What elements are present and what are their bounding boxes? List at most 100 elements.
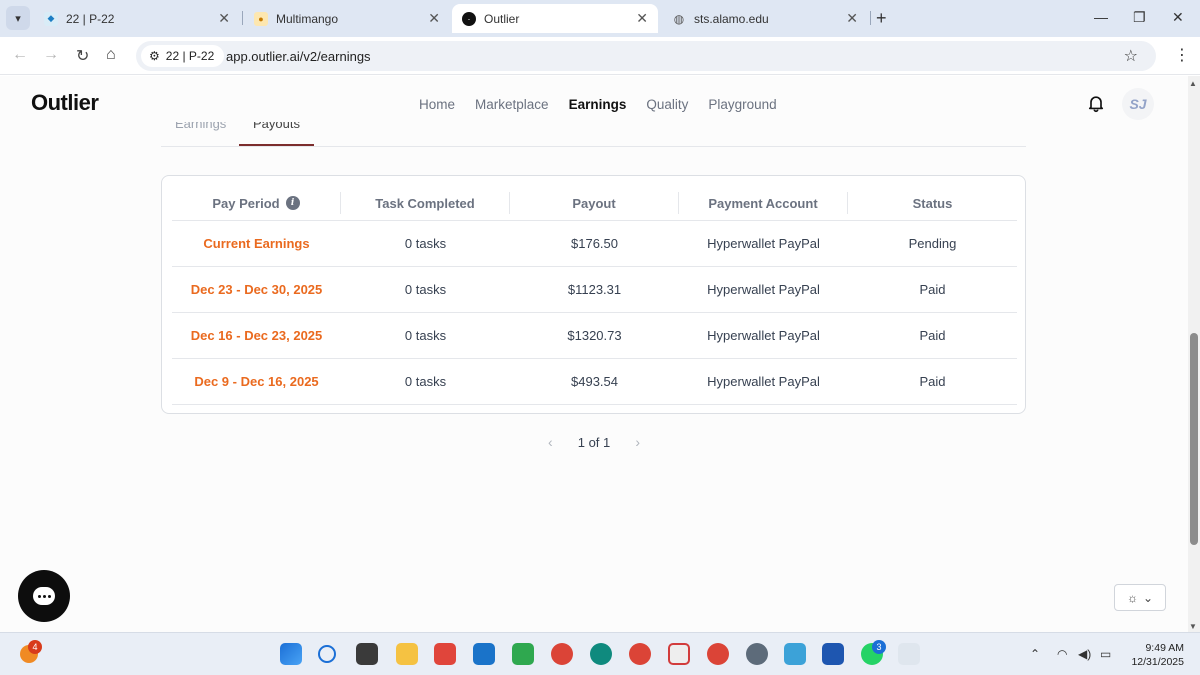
theme-toggle-button[interactable]: ☼ ⌄ <box>1114 584 1166 611</box>
status-cell: Paid <box>919 282 946 297</box>
close-icon[interactable]: ✕ <box>428 10 440 27</box>
scroll-down-icon[interactable]: ▼ <box>1189 622 1197 631</box>
info-icon[interactable]: i <box>285 196 300 210</box>
task-view-icon[interactable] <box>356 643 378 665</box>
chrome-profile-icon[interactable] <box>512 643 534 665</box>
nav-marketplace[interactable]: Marketplace <box>475 97 549 112</box>
chrome-icon[interactable] <box>629 643 651 665</box>
search-icon[interactable] <box>318 645 336 663</box>
browser-tab[interactable]: ◆ 22 | P-22 ✕ <box>34 4 240 33</box>
windows-start-icon[interactable] <box>280 643 302 665</box>
chevron-down-icon: ⌄ <box>1142 590 1154 605</box>
pay-period-link[interactable]: Current Earnings <box>172 236 341 251</box>
pagination: ‹ 1 of 1 › <box>548 434 640 450</box>
payout-cell: $176.50 <box>571 236 618 251</box>
active-tab-indicator <box>239 144 314 146</box>
window-close-button[interactable]: ✕ <box>1172 9 1184 26</box>
column-header: Pay Period i <box>172 192 341 214</box>
nav-earnings[interactable]: Earnings <box>569 97 627 112</box>
notification-bell-icon[interactable] <box>1086 93 1106 113</box>
chrome-icon[interactable] <box>551 643 573 665</box>
avatar[interactable]: SJ <box>1122 88 1154 120</box>
browser-toolbar: ← → ↻ ⌂ ⚙ 22 | P-22 app.outlier.ai/v2/ea… <box>0 37 1200 75</box>
tab-title: sts.alamo.edu <box>694 11 769 26</box>
page-indicator: 1 of 1 <box>577 434 611 450</box>
home-button[interactable]: ⌂ <box>106 46 116 64</box>
back-button[interactable]: ← <box>12 46 28 64</box>
outlook-icon[interactable] <box>473 643 495 665</box>
earnings-subtabs: Earnings Payouts <box>161 122 1026 147</box>
mango-app-icon[interactable] <box>784 643 806 665</box>
browser-tab-strip: ▾ ◆ 22 | P-22 ✕ ● Multimango ✕ · Outlier… <box>0 0 1200 37</box>
browser-tab[interactable]: ◍ sts.alamo.edu ✕ <box>662 4 868 33</box>
restore-button[interactable]: ❐ <box>1133 9 1146 26</box>
tab-title: Outlier <box>484 11 520 26</box>
table-header: Pay Period i Task Completed Payout Payme… <box>172 192 1017 221</box>
close-icon[interactable]: ✕ <box>846 10 858 27</box>
edge-icon[interactable] <box>590 643 612 665</box>
chevron-up-icon[interactable]: ⌃ <box>1030 647 1040 661</box>
close-icon[interactable]: ✕ <box>636 10 648 27</box>
browser-tab[interactable]: ● Multimango ✕ <box>244 4 450 33</box>
url-text[interactable]: app.outlier.ai/v2/earnings <box>226 49 371 64</box>
microsoft-store-icon[interactable] <box>434 643 456 665</box>
new-tab-button[interactable]: + <box>876 8 887 29</box>
settings-gear-icon[interactable] <box>746 643 768 665</box>
table-row: Dec 9 - Dec 16, 2025 0 tasks $493.54 Hyp… <box>172 359 1017 405</box>
tab-title: Multimango <box>276 11 339 26</box>
system-clock[interactable]: 9:49 AM 12/31/2025 <box>1118 641 1184 669</box>
site-settings-icon: ⚙ <box>149 49 160 63</box>
nav-quality[interactable]: Quality <box>646 97 688 112</box>
clock-date: 12/31/2025 <box>1131 656 1184 668</box>
outlier-favicon-icon: · <box>462 11 476 26</box>
tab-title: 22 | P-22 <box>66 11 115 26</box>
payout-cell: $493.54 <box>571 374 618 389</box>
nav-playground[interactable]: Playground <box>708 97 776 112</box>
address-bar[interactable]: ⚙ 22 | P-22 app.outlier.ai/v2/earnings ☆ <box>136 41 1156 71</box>
main-nav: Home Marketplace Earnings Quality Playgr… <box>419 97 777 112</box>
tab-search-button[interactable]: ▾ <box>6 6 30 30</box>
chat-icon <box>33 587 55 605</box>
close-icon[interactable]: ✕ <box>218 10 230 27</box>
pay-period-link[interactable]: Dec 16 - Dec 23, 2025 <box>172 328 341 343</box>
payouts-table-card: Pay Period i Task Completed Payout Payme… <box>161 175 1026 414</box>
column-header: Task Completed <box>341 192 510 214</box>
active-app-icon[interactable] <box>898 643 920 665</box>
chat-support-button[interactable] <box>18 570 70 622</box>
snipping-tool-icon[interactable] <box>668 643 690 665</box>
table-row: Dec 16 - Dec 23, 2025 0 tasks $1320.73 H… <box>172 313 1017 359</box>
wifi-icon[interactable]: ◠ <box>1057 647 1067 661</box>
outlier-logo[interactable]: Outlier <box>31 90 99 116</box>
weather-badge: 4 <box>28 640 42 654</box>
account-cell: Hyperwallet PayPal <box>707 328 820 343</box>
browser-tab-active[interactable]: · Outlier ✕ <box>452 4 658 33</box>
battery-icon[interactable]: ▭ <box>1100 647 1111 661</box>
file-explorer-icon[interactable] <box>396 643 418 665</box>
reload-button[interactable]: ↻ <box>76 46 89 66</box>
column-header: Payout <box>510 192 679 214</box>
pay-period-link[interactable]: Dec 9 - Dec 16, 2025 <box>172 374 341 389</box>
tab-earnings[interactable]: Earnings <box>175 122 226 131</box>
status-cell: Paid <box>919 374 946 389</box>
table-row: Current Earnings 0 tasks $176.50 Hyperwa… <box>172 221 1017 267</box>
sun-icon: ☼ <box>1126 590 1138 605</box>
browser-menu-icon[interactable]: ⋮ <box>1174 45 1190 65</box>
page-content: Outlier Home Marketplace Earnings Qualit… <box>0 76 1188 632</box>
bookmark-star-icon[interactable]: ☆ <box>1124 46 1138 66</box>
forward-button[interactable]: → <box>43 46 59 64</box>
pay-period-link[interactable]: Dec 23 - Dec 30, 2025 <box>172 282 341 297</box>
minimize-button[interactable]: — <box>1094 9 1108 25</box>
site-info-chip[interactable]: ⚙ 22 | P-22 <box>141 45 225 67</box>
chrome-icon[interactable] <box>707 643 729 665</box>
scroll-up-icon[interactable]: ▲ <box>1189 79 1197 88</box>
scrollbar-thumb[interactable] <box>1190 333 1198 545</box>
prev-page-icon[interactable]: ‹ <box>548 434 553 450</box>
nav-home[interactable]: Home <box>419 97 455 112</box>
next-page-icon[interactable]: › <box>635 434 640 450</box>
os-taskbar: 4 3 ⌃ ◠ ◀) ▭ 9:49 AM 12/31/2025 <box>0 632 1200 675</box>
tab-payouts[interactable]: Payouts <box>253 122 300 131</box>
globe-icon: ◍ <box>673 11 685 26</box>
word-icon[interactable] <box>822 643 844 665</box>
volume-icon[interactable]: ◀) <box>1078 647 1091 661</box>
clock-time: 9:49 AM <box>1145 642 1184 654</box>
